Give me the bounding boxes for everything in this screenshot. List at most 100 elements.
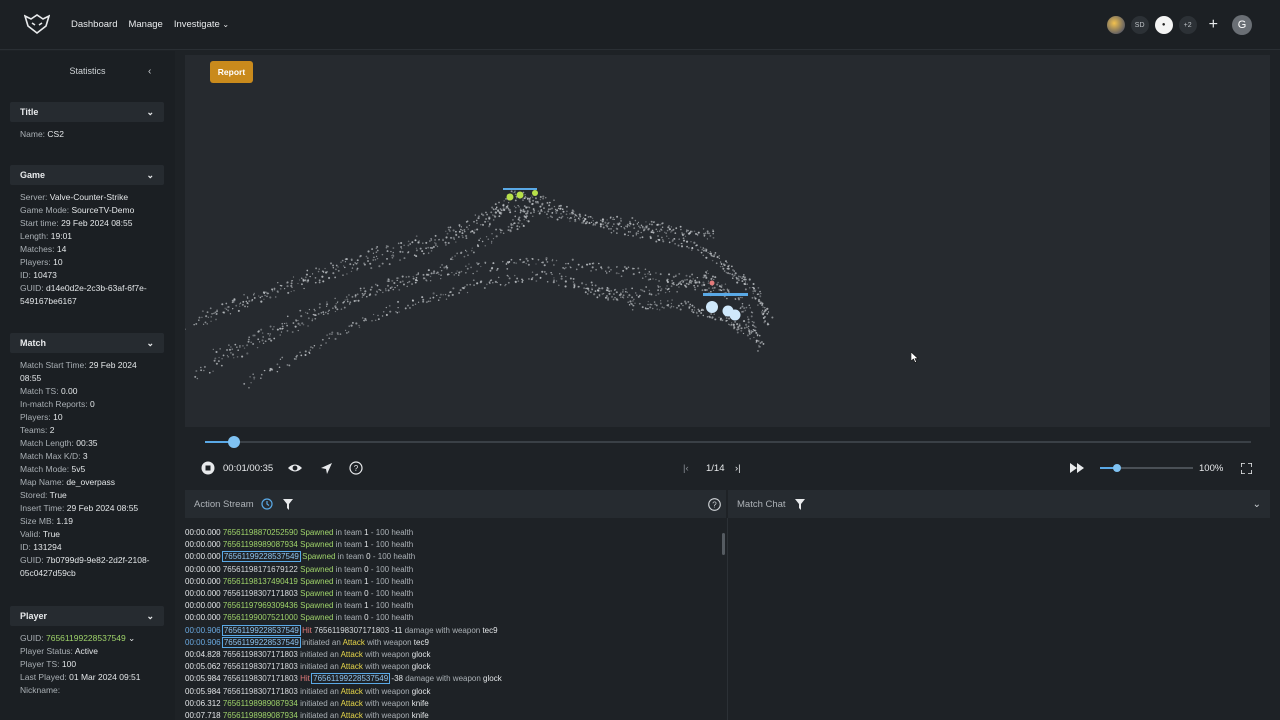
action-row[interactable]: 00:05.062 76561198307171803 initiated an… — [185, 661, 725, 673]
player-guid-value[interactable]: 76561199228537549 — [46, 633, 126, 643]
nav-investigate[interactable]: Investigate ⌄ — [174, 19, 229, 30]
action-stream-scrollbar[interactable] — [722, 533, 725, 555]
action-row[interactable]: 00:07.718 76561198989087934 initiated an… — [185, 710, 725, 720]
player-marker[interactable] — [729, 309, 741, 321]
action-row[interactable]: 00:00.906 76561199228537549 Hit 76561198… — [185, 624, 725, 637]
navigation-arrow-icon[interactable] — [320, 456, 333, 480]
action-row[interactable]: 00:00.000 76561198137490419 Spawned in t… — [185, 576, 725, 588]
player-marker[interactable] — [516, 191, 524, 199]
action-row[interactable]: 00:05.984 76561198307171803 Hit 76561199… — [185, 673, 725, 685]
chevron-down-icon[interactable]: ⌄ — [128, 633, 135, 643]
title-section: Title ⌄ Name: CS2 — [10, 102, 164, 147]
stop-button[interactable] — [201, 456, 215, 480]
match-section-header[interactable]: Match ⌄ — [10, 333, 164, 353]
team-number: 0 — [364, 564, 369, 574]
player-id[interactable]: 76561198307171803 — [223, 662, 298, 671]
previous-match-button[interactable]: |‹ — [683, 456, 689, 480]
player-id[interactable]: 76561199007521000 — [223, 613, 298, 622]
player-id[interactable]: 76561199228537549 — [221, 551, 301, 563]
player-section-header[interactable]: Player ⌄ — [10, 606, 164, 626]
nav-investigate-label: Investigate — [173, 19, 220, 30]
title-section-header[interactable]: Title ⌄ — [10, 102, 164, 122]
action-row[interactable]: 00:00.000 76561199007521000 Spawned in t… — [185, 612, 725, 624]
player-id[interactable]: 76561198307171803 — [314, 626, 389, 635]
report-button[interactable]: Report — [210, 61, 253, 83]
event-value: glock — [483, 674, 502, 684]
action-label: Spawned — [300, 528, 334, 537]
player-marker[interactable] — [506, 193, 514, 201]
action-row[interactable]: 00:00.000 76561198171679122 Spawned in t… — [185, 564, 725, 576]
player-marker[interactable] — [532, 190, 538, 196]
help-icon[interactable]: ? — [708, 497, 721, 511]
eye-icon[interactable] — [287, 456, 303, 480]
chevron-down-icon[interactable]: ⌄ — [1253, 499, 1261, 510]
action-row[interactable]: 00:06.312 76561198989087934 initiated an… — [185, 698, 725, 710]
stat-label: Valid: — [20, 529, 41, 539]
player-id[interactable]: 76561198989087934 — [223, 711, 298, 720]
stop-icon — [201, 461, 215, 475]
avatar[interactable] — [1106, 16, 1125, 34]
team-number: 1 — [364, 576, 369, 586]
action-row[interactable]: 00:00.000 76561199228537549 Spawned in t… — [185, 551, 725, 563]
player-id[interactable]: 76561198307171803 — [223, 650, 298, 659]
stat-label: Player TS: — [20, 659, 60, 669]
player-id[interactable]: 76561199228537549 — [221, 624, 301, 636]
app-logo-icon[interactable] — [24, 14, 50, 34]
chevron-down-icon: ⌄ — [146, 169, 154, 180]
player-id[interactable]: 76561198171679122 — [223, 565, 298, 574]
player-id[interactable]: 76561198137490419 — [223, 577, 298, 586]
player-id[interactable]: 76561198989087934 — [223, 699, 298, 708]
fullscreen-icon[interactable] — [1241, 456, 1252, 480]
timeline-handle[interactable] — [228, 436, 241, 448]
stat-value: 131294 — [33, 542, 62, 552]
action-row[interactable]: 00:04.828 76561198307171803 initiated an… — [185, 649, 725, 661]
player-id[interactable]: 76561198870252590 — [223, 528, 298, 537]
action-row[interactable]: 00:00.906 76561199228537549 initiated an… — [185, 636, 725, 649]
stat-row: Stored: True — [20, 489, 154, 502]
action-row[interactable]: 00:05.984 76561198307171803 initiated an… — [185, 686, 725, 698]
timeline-scrubber[interactable] — [205, 436, 1251, 448]
chevron-left-icon[interactable]: ‹ — [148, 66, 151, 77]
player-marker[interactable] — [706, 301, 718, 313]
avatar-more[interactable]: +2 — [1178, 16, 1197, 34]
clock-icon[interactable] — [261, 498, 273, 510]
filter-icon[interactable] — [282, 498, 293, 510]
stat-row: Map Name: de_overpass — [20, 476, 154, 489]
chevron-down-icon: ⌄ — [146, 610, 154, 621]
player-guid-row: GUID: 76561199228537549 ⌄ — [20, 632, 154, 645]
timestamp: 00:05.062 — [185, 662, 221, 672]
player-id[interactable]: 76561198307171803 — [223, 589, 298, 598]
player-id[interactable]: 76561199228537549 — [311, 673, 391, 685]
game-section-header[interactable]: Game ⌄ — [10, 165, 164, 185]
player-id[interactable]: 76561199228537549 — [221, 636, 301, 648]
location-pin-icon[interactable] — [709, 280, 715, 286]
stat-value: Active — [74, 646, 98, 656]
health-label: health — [391, 613, 414, 623]
avatar[interactable]: ● — [1154, 16, 1173, 34]
speed-slider-handle[interactable] — [1112, 464, 1121, 472]
plus-icon[interactable]: + — [1209, 16, 1218, 34]
user-avatar[interactable]: G — [1232, 15, 1252, 35]
action-row[interactable]: 00:00.000 76561198307171803 Spawned in t… — [185, 588, 725, 600]
player-id[interactable]: 76561198307171803 — [223, 674, 298, 683]
stat-row: Player Status: Active — [20, 645, 154, 658]
action-row[interactable]: 00:00.000 76561198989087934 Spawned in t… — [185, 539, 725, 551]
stat-label: Match Start Time: — [20, 360, 87, 370]
fast-forward-icon[interactable] — [1070, 456, 1084, 480]
timestamp: 00:00.000 — [185, 589, 221, 599]
action-row[interactable]: 00:00.000 76561197969309436 Spawned in t… — [185, 600, 725, 612]
next-match-button[interactable]: ›| — [735, 456, 741, 480]
player-id[interactable]: 76561198307171803 — [223, 687, 298, 696]
map-viewer[interactable] — [184, 55, 1270, 427]
player-id[interactable]: 76561198989087934 — [223, 540, 298, 549]
help-icon[interactable]: ? — [349, 456, 363, 480]
nav-dashboard[interactable]: Dashboard — [71, 19, 117, 30]
stat-row: Player TS: 100 — [20, 658, 154, 671]
action-row[interactable]: 00:00.000 76561198870252590 Spawned in t… — [185, 527, 725, 539]
avatar-sd[interactable]: SD — [1130, 16, 1149, 34]
nav-manage[interactable]: Manage — [128, 19, 162, 30]
filter-icon[interactable] — [794, 498, 805, 510]
health-value: 100 — [375, 540, 390, 550]
player-id[interactable]: 76561197969309436 — [223, 601, 298, 610]
speed-slider[interactable] — [1100, 464, 1193, 472]
